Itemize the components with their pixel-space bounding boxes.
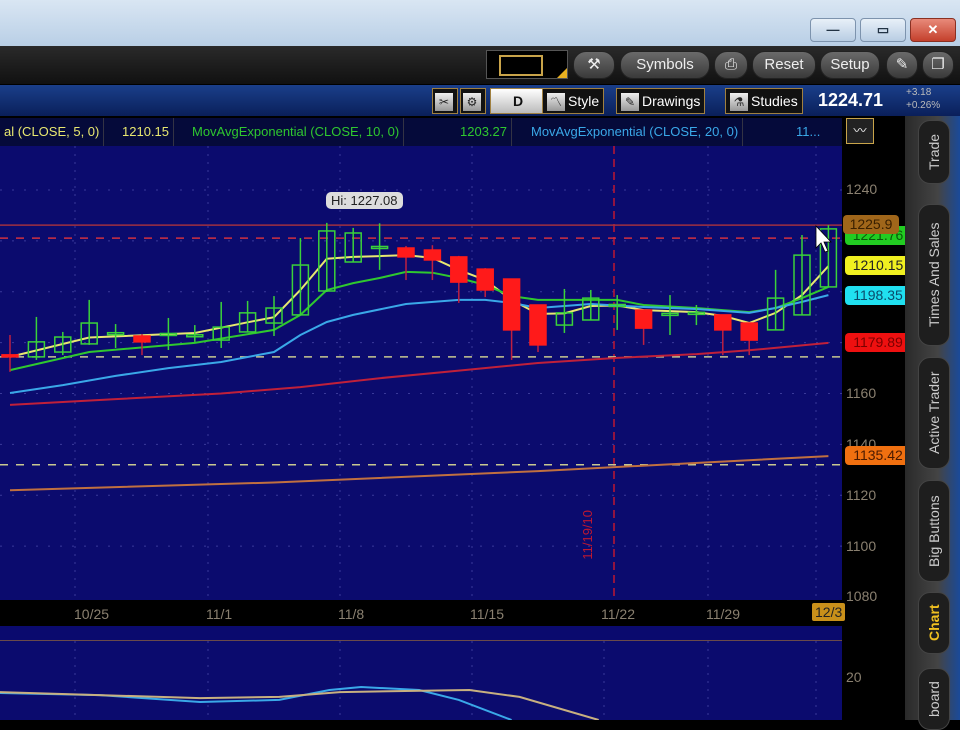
- study-label-ema20[interactable]: MovAvgExponential (CLOSE, 20, 0): [527, 118, 744, 146]
- study-label-ema10[interactable]: MovAvgExponential (CLOSE, 10, 0): [188, 118, 405, 146]
- sidebar-tab-trade[interactable]: Trade: [918, 120, 950, 184]
- wrench-icon: ⚒: [587, 56, 601, 73]
- axis-tick: 1080: [846, 588, 878, 604]
- studies-label: Studies: [751, 93, 798, 109]
- close-button[interactable]: ✕: [910, 18, 956, 42]
- lower-study-chart[interactable]: [0, 641, 842, 720]
- price-chart[interactable]: [0, 146, 842, 600]
- chart-style-icon: 〽: [547, 93, 565, 112]
- sidebar-tab-big-buttons[interactable]: Big Buttons: [918, 480, 950, 582]
- toolbar: [0, 46, 960, 84]
- current-date-label: 12/3: [812, 603, 846, 621]
- price-label-ema5: 1210.15: [845, 256, 911, 275]
- candle-body: [397, 247, 415, 258]
- wrench-button[interactable]: ⚒: [573, 51, 615, 79]
- chart-wave-icon: 〰: [853, 123, 867, 138]
- net-change: +3.18: [906, 87, 932, 98]
- minimize-button[interactable]: —: [810, 18, 856, 42]
- axis-tick: 1120: [846, 487, 877, 503]
- sidebar-tab-active-trader[interactable]: Active Trader: [918, 357, 950, 469]
- axis-tick: 1160: [846, 385, 877, 401]
- printer-icon: ⎙: [724, 56, 737, 73]
- lower-axis-tick: 20: [846, 669, 862, 685]
- aggregation-button[interactable]: D: [490, 88, 546, 114]
- candle-body: [1, 354, 19, 358]
- style-button[interactable]: 〽 Style: [542, 88, 605, 114]
- pencil-icon: ✎: [621, 93, 639, 112]
- candle-body: [450, 256, 468, 283]
- axis-tick: 1100: [846, 538, 877, 554]
- reset-button[interactable]: Reset: [752, 51, 816, 79]
- chart-settings-button[interactable]: 〰: [846, 118, 874, 144]
- pin-button[interactable]: ✎: [886, 51, 918, 79]
- date-marker-label: 11/19/10: [580, 510, 595, 560]
- percent-change: +0.26%: [906, 100, 941, 111]
- candle-body: [714, 314, 732, 331]
- candle-body: [502, 278, 521, 331]
- style-label: Style: [568, 93, 600, 109]
- print-button[interactable]: ⎙: [714, 51, 748, 79]
- color-selector[interactable]: [486, 50, 568, 79]
- candle-body: [423, 249, 442, 261]
- date-tick: 11/22: [601, 606, 635, 622]
- settings-button[interactable]: ⚙: [460, 88, 486, 114]
- candle-body: [740, 322, 758, 341]
- setup-button[interactable]: Setup: [820, 51, 880, 79]
- high-callout: Hi: 1227.08: [326, 192, 403, 209]
- sidebar-tab-chart[interactable]: Chart: [918, 592, 950, 654]
- candle-body: [529, 304, 547, 346]
- price-label-ema20: 1198.35: [845, 286, 911, 305]
- scissors-icon: ✂: [435, 93, 453, 112]
- last-price: 1224.71: [818, 90, 884, 110]
- studies-button[interactable]: ⚗ Studies: [725, 88, 803, 114]
- price-label-high: 1225.9: [843, 215, 899, 234]
- date-tick: 10/25: [74, 606, 110, 622]
- wrench-icon: ⚙: [463, 93, 481, 112]
- price-label-ma50: 1179.89: [845, 333, 911, 352]
- dropdown-corner-icon: [557, 68, 567, 78]
- drawings-button[interactable]: ✎ Drawings: [616, 88, 706, 114]
- detach-button[interactable]: ❐: [922, 51, 954, 79]
- candle-body: [476, 268, 494, 291]
- symbols-button[interactable]: Symbols: [620, 51, 710, 79]
- pin-icon: ✎: [895, 56, 909, 73]
- detach-icon: ❐: [931, 56, 945, 73]
- sidebar-tab-board[interactable]: board: [918, 668, 950, 730]
- maximize-button[interactable]: ▭: [860, 18, 906, 42]
- date-tick: 11/8: [338, 606, 365, 622]
- lower-pane-header: [0, 626, 842, 641]
- studies-icon: ⚗: [730, 93, 748, 112]
- axis-tick: 1240: [846, 181, 878, 197]
- date-tick: 11/15: [470, 606, 504, 622]
- study-value-ema10: 1203.27: [456, 118, 512, 146]
- candle-body: [133, 335, 151, 343]
- study-value-ema5: 1210.15: [118, 118, 174, 146]
- sidebar-tab-times-and-sales[interactable]: Times And Sales: [918, 204, 950, 346]
- color-swatch: [499, 55, 543, 76]
- study-label-ema5[interactable]: al (CLOSE, 5, 0): [0, 118, 105, 146]
- chart-background: [0, 146, 842, 600]
- study-value-ema20: 11...: [796, 124, 821, 139]
- date-tick: 11/1: [206, 606, 233, 622]
- drawings-label: Drawings: [642, 93, 701, 109]
- price-label-ma200: 1135.42: [845, 446, 911, 465]
- drawing-tool-button[interactable]: ✂: [432, 88, 458, 114]
- lower-background: [0, 641, 842, 720]
- date-tick: 11/29: [706, 606, 740, 622]
- candle-body: [634, 309, 653, 329]
